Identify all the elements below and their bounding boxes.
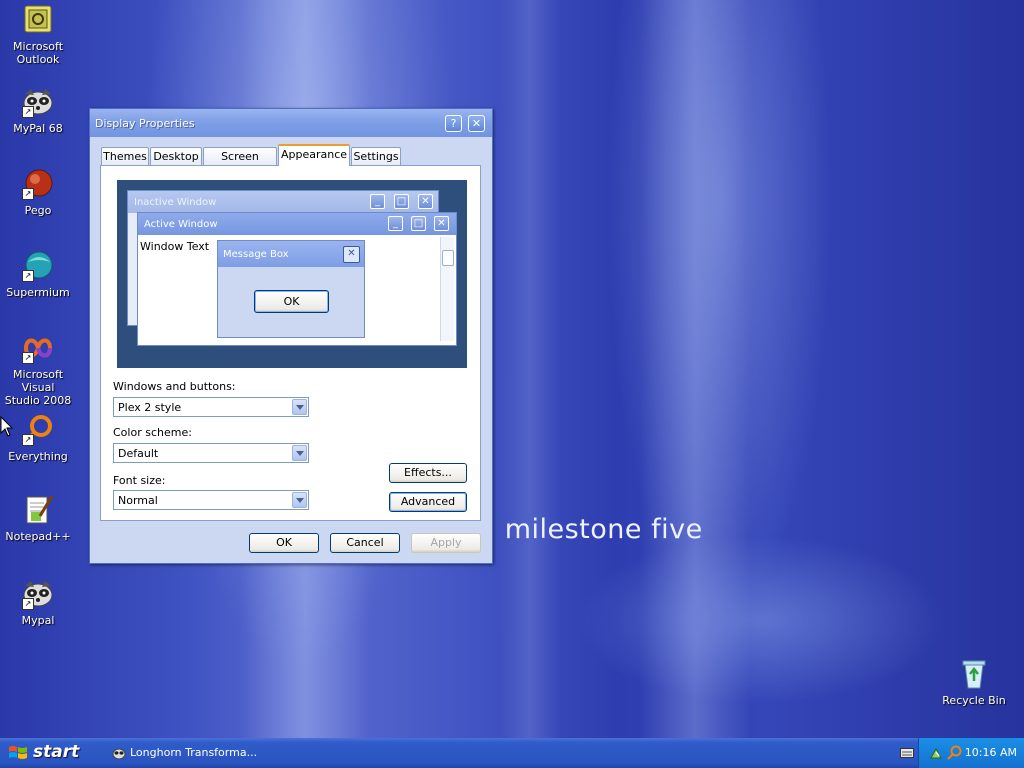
preview-scrollbar <box>440 237 454 341</box>
desktop-icon-supermium[interactable]: ↗ Supermium <box>0 250 78 299</box>
shortcut-arrow-icon: ↗ <box>22 434 34 446</box>
system-tray: 10:16 AM <box>918 738 1024 768</box>
tab-screen-saver[interactable]: Screen Saver <box>203 147 277 180</box>
start-button[interactable]: start <box>0 738 90 768</box>
advanced-button[interactable]: Advanced <box>389 492 467 512</box>
close-icon: ✕ <box>418 194 433 209</box>
minimize-icon: _ <box>388 216 403 231</box>
everything-icon: ↗ <box>22 414 54 446</box>
tab-settings[interactable]: Settings <box>351 147 401 165</box>
dialog-titlebar[interactable]: Display Properties ? ✕ <box>90 109 492 137</box>
effects-button[interactable]: Effects... <box>389 463 467 483</box>
raccoon-icon: ↗ <box>22 578 54 610</box>
desktop-icon-mypal[interactable]: ↗ Mypal <box>0 578 78 627</box>
desktop-icon-label: Microsoft Outlook <box>12 40 64 66</box>
cancel-button[interactable]: Cancel <box>330 533 400 553</box>
active-window-title: Active Window <box>144 219 218 230</box>
shortcut-arrow-icon: ↗ <box>22 352 34 364</box>
chevron-down-icon[interactable] <box>292 492 307 508</box>
taskbar-item-label: Longhorn Transforma... <box>130 746 258 759</box>
desktop-icon-label: Pego <box>24 204 52 217</box>
wallpaper-streak <box>500 0 560 740</box>
help-button[interactable]: ? <box>445 115 462 132</box>
tab-appearance[interactable]: Appearance <box>278 144 350 166</box>
outlook-icon <box>22 4 54 36</box>
desktop-icon-label: Supermium <box>6 286 70 299</box>
desktop-icon-label: MyPal 68 <box>13 122 63 135</box>
inactive-window-titlebar: Inactive Window _ □ ✕ <box>128 191 438 213</box>
shortcut-arrow-icon: ↗ <box>22 598 34 610</box>
dialog-title: Display Properties <box>95 117 195 130</box>
wallpaper-streak <box>640 0 750 740</box>
close-icon: ✕ <box>343 246 360 263</box>
shortcut-arrow-icon: ↗ <box>22 106 34 118</box>
preview-ok-button: OK <box>254 290 329 313</box>
chevron-down-icon[interactable] <box>292 445 307 461</box>
desktop-icon-pego[interactable]: ↗ Pego <box>0 168 78 217</box>
mouse-cursor-icon <box>0 416 14 437</box>
message-box-titlebar: Message Box ✕ <box>218 241 364 267</box>
windows-flag-icon <box>9 746 27 759</box>
windows-buttons-value: Plex 2 style <box>118 401 182 414</box>
desktop-icon-notepadpp[interactable]: Notepad++ <box>0 494 78 543</box>
visual-studio-icon: ↗ <box>22 332 54 364</box>
keyboard-icon[interactable] <box>900 747 914 759</box>
ok-button[interactable]: OK <box>249 533 319 553</box>
recycle-bin-icon <box>958 658 990 690</box>
clock[interactable]: 10:16 AM <box>965 746 1017 759</box>
maximize-icon: □ <box>411 216 426 231</box>
shortcut-arrow-icon: ↗ <box>22 270 34 282</box>
minimize-icon: _ <box>370 194 385 209</box>
desktop-icon-outlook[interactable]: Microsoft Outlook <box>0 4 78 66</box>
desktop-icon-label: Everything <box>8 450 68 463</box>
font-size-select[interactable]: Normal <box>113 490 309 510</box>
desktop-icon-label: Microsoft Visual Studio 2008 <box>4 368 72 407</box>
notepadpp-icon <box>22 494 54 526</box>
search-icon[interactable] <box>947 745 962 760</box>
supermium-icon: ↗ <box>22 250 54 282</box>
active-window-titlebar: Active Window _ □ ✕ <box>138 213 456 235</box>
font-size-value: Normal <box>118 494 158 507</box>
apply-button[interactable]: Apply <box>411 533 481 553</box>
desktop-icon-recycle-bin[interactable]: Recycle Bin <box>934 658 1014 707</box>
taskbar: start Longhorn Transforma... 10:16 AM <box>0 738 1024 768</box>
tab-desktop[interactable]: Desktop <box>150 147 202 165</box>
desktop-icon-label: Notepad++ <box>5 530 71 543</box>
network-icon[interactable] <box>929 746 943 760</box>
color-scheme-label: Color scheme: <box>113 426 192 439</box>
windows-buttons-select[interactable]: Plex 2 style <box>113 397 309 417</box>
font-size-label: Font size: <box>113 474 166 487</box>
pego-icon: ↗ <box>22 168 54 200</box>
display-properties-dialog: Display Properties ? ✕ Themes Desktop Sc… <box>89 108 493 564</box>
shortcut-arrow-icon: ↗ <box>22 188 34 200</box>
preview-message-box: Message Box ✕ OK <box>217 240 365 338</box>
desktop-icon-mypal-68[interactable]: ↗ MyPal 68 <box>0 86 78 135</box>
message-box-title: Message Box <box>223 249 289 260</box>
chevron-down-icon[interactable] <box>292 399 307 415</box>
tab-themes[interactable]: Themes <box>101 147 149 165</box>
start-label: start <box>33 742 80 762</box>
desktop-icon-visual-studio[interactable]: ↗ Microsoft Visual Studio 2008 <box>0 332 78 407</box>
maximize-icon: □ <box>394 194 409 209</box>
color-scheme-select[interactable]: Default <box>113 443 309 463</box>
raccoon-icon <box>112 748 126 760</box>
wallpaper-text: n milestone five <box>478 514 703 545</box>
appearance-preview: Inactive Window _ □ ✕ Active Window _ □ … <box>117 180 467 368</box>
inactive-window-title: Inactive Window <box>134 197 217 208</box>
close-button[interactable]: ✕ <box>468 115 485 132</box>
desktop-icon-label: Recycle Bin <box>942 694 1006 707</box>
appearance-panel: Inactive Window _ □ ✕ Active Window _ □ … <box>100 165 481 521</box>
raccoon-icon: ↗ <box>22 86 54 118</box>
color-scheme-value: Default <box>118 447 159 460</box>
desktop-icon-label: Mypal <box>21 614 55 627</box>
taskbar-item-longhorn[interactable]: Longhorn Transforma... <box>108 742 266 764</box>
window-text: Window Text <box>140 240 210 253</box>
close-icon: ✕ <box>434 216 449 231</box>
windows-buttons-label: Windows and buttons: <box>113 380 236 393</box>
